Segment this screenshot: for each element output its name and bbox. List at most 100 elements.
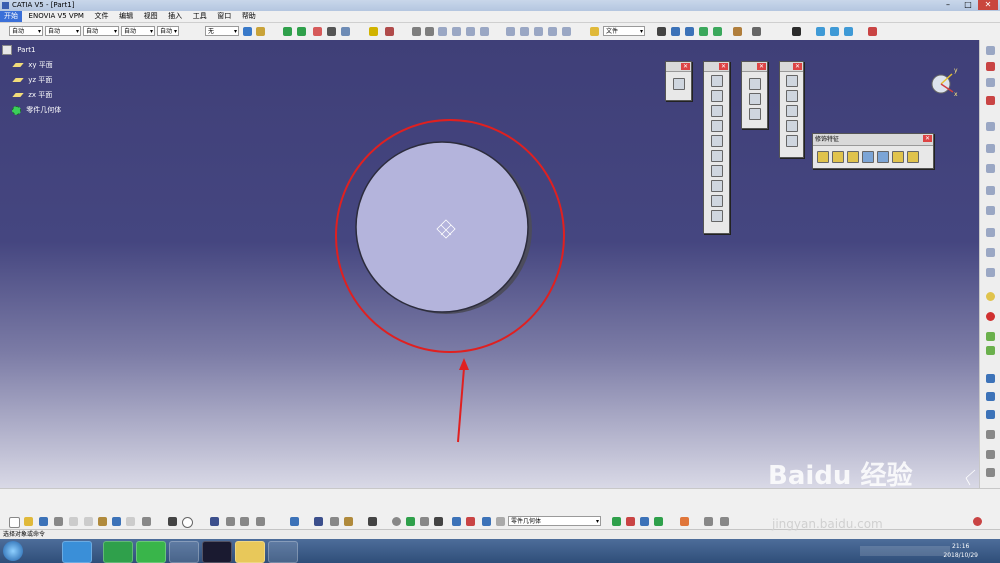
shell-icon[interactable]: [785, 120, 798, 132]
slot-tool-icon[interactable]: [986, 164, 995, 173]
close-icon[interactable]: ✕: [719, 63, 728, 70]
tree-item-xy[interactable]: xy 平面: [2, 59, 61, 74]
view-front-icon[interactable]: [452, 27, 461, 36]
menu-start[interactable]: 开始: [0, 11, 22, 22]
stiffener-icon[interactable]: [710, 195, 723, 207]
body-icon[interactable]: [496, 517, 505, 526]
view-iso-icon[interactable]: [438, 27, 447, 36]
palette-header[interactable]: ✕: [780, 62, 803, 72]
axis-system-icon[interactable]: [986, 468, 995, 477]
pattern-icon[interactable]: [986, 392, 995, 401]
boolean-icon[interactable]: [612, 517, 621, 526]
thread-analysis-icon[interactable]: [452, 517, 461, 526]
new-icon[interactable]: [9, 517, 20, 528]
scale-icon[interactable]: [986, 430, 995, 439]
analysis-icon[interactable]: [368, 517, 377, 526]
save-icon[interactable]: [39, 517, 48, 526]
run-icon[interactable]: [792, 27, 801, 36]
paint-bucket-icon[interactable]: [680, 517, 689, 526]
hole-tool-icon[interactable]: [986, 122, 995, 131]
menu-enovia[interactable]: ENOVIA V5 VPM: [25, 11, 88, 22]
disc-face[interactable]: [355, 141, 529, 313]
loft-icon[interactable]: [710, 180, 723, 192]
taskbar-ie-icon[interactable]: [62, 541, 92, 563]
pocket-tool-icon[interactable]: [986, 78, 995, 87]
fly-icon[interactable]: [341, 27, 350, 36]
sew-surface-icon[interactable]: [986, 268, 995, 277]
taskbar-360-icon[interactable]: [103, 541, 133, 563]
palette-header[interactable]: ✕: [666, 62, 691, 72]
cut-icon[interactable]: [69, 517, 78, 526]
shaft-tool-icon[interactable]: [986, 96, 995, 105]
menu-insert[interactable]: 插入: [164, 11, 186, 22]
taskbar-clock[interactable]: 21:16 2018/10/29: [943, 542, 978, 560]
menu-window[interactable]: 窗口: [213, 11, 235, 22]
paste-icon[interactable]: [98, 517, 107, 526]
menu-tools[interactable]: 工具: [189, 11, 211, 22]
catalog-browser-icon[interactable]: [704, 517, 713, 526]
delete-icon[interactable]: [986, 312, 995, 321]
palette-header[interactable]: ✕: [704, 62, 729, 72]
zoom-icon[interactable]: [313, 27, 322, 36]
body-combo[interactable]: 零件几何体: [508, 516, 601, 527]
knowledge-icon[interactable]: [816, 27, 825, 36]
apply-material-icon[interactable]: [868, 27, 877, 36]
pan-icon[interactable]: [283, 27, 292, 36]
hierarchy-icon[interactable]: [226, 517, 235, 526]
minimize-button[interactable]: –: [938, 0, 958, 10]
print-icon[interactable]: [54, 517, 63, 526]
rotate-icon[interactable]: [297, 27, 306, 36]
menu-help[interactable]: 帮助: [238, 11, 260, 22]
constraint-icon[interactable]: [314, 517, 323, 526]
maximize-button[interactable]: □: [958, 0, 978, 10]
remove-icon[interactable]: [654, 517, 663, 526]
undo-icon[interactable]: [112, 517, 121, 526]
compass-icon[interactable]: y x: [931, 67, 958, 98]
menu-view[interactable]: 视图: [140, 11, 162, 22]
instantiate-icon[interactable]: [256, 517, 265, 526]
line-icon[interactable]: [748, 93, 761, 105]
update-icon[interactable]: [290, 517, 299, 526]
tree-item-body[interactable]: 零件几何体: [2, 104, 61, 119]
edge-fillet-icon[interactable]: [817, 151, 829, 163]
plane-ref-icon[interactable]: [748, 108, 761, 120]
sketch-icon[interactable]: [672, 78, 685, 90]
formula-fx-icon[interactable]: [168, 517, 177, 526]
pad-icon[interactable]: [710, 75, 723, 87]
file-combo[interactable]: 文件: [603, 26, 645, 37]
view-right-icon[interactable]: [480, 27, 489, 36]
table-icon[interactable]: [210, 517, 219, 526]
sphere-icon[interactable]: [986, 292, 995, 301]
folder-icon[interactable]: [590, 27, 599, 36]
var-fillet-icon[interactable]: [832, 151, 844, 163]
chamfer-icon[interactable]: [785, 90, 798, 102]
comment-icon[interactable]: [182, 517, 193, 528]
close-icon[interactable]: ✕: [923, 135, 932, 142]
chamfer-feature-icon[interactable]: [877, 151, 889, 163]
linetype-combo[interactable]: 自动: [45, 26, 81, 37]
close-button[interactable]: ✕: [978, 0, 998, 10]
taskbar-screenshot-icon[interactable]: [268, 541, 298, 563]
assemble-icon[interactable]: [626, 517, 635, 526]
draft-icon[interactable]: [785, 105, 798, 117]
taskbar-wechat-icon[interactable]: [136, 541, 166, 563]
cut-plane-icon[interactable]: [240, 517, 249, 526]
mirror-icon[interactable]: [986, 374, 995, 383]
slot-icon[interactable]: [710, 165, 723, 177]
redo-icon[interactable]: [126, 517, 135, 526]
thick-surface-icon[interactable]: [986, 228, 995, 237]
layer-combo[interactable]: 自动: [157, 26, 179, 37]
dimension-icon[interactable]: [420, 517, 429, 526]
point-tool-icon[interactable]: [657, 27, 666, 36]
sketch-tool-icon[interactable]: [986, 46, 995, 55]
thickness-icon[interactable]: [785, 135, 798, 147]
curvature-icon[interactable]: [406, 517, 415, 526]
fillet-icon[interactable]: [785, 75, 798, 87]
lineweight-combo[interactable]: 自动: [83, 26, 119, 37]
start-button[interactable]: [3, 541, 23, 561]
open-icon[interactable]: [24, 517, 33, 526]
shading-icon[interactable]: [520, 27, 529, 36]
render-style-icon[interactable]: [506, 27, 515, 36]
face-fillet-icon[interactable]: [847, 151, 859, 163]
solid-icon[interactable]: [986, 332, 995, 341]
